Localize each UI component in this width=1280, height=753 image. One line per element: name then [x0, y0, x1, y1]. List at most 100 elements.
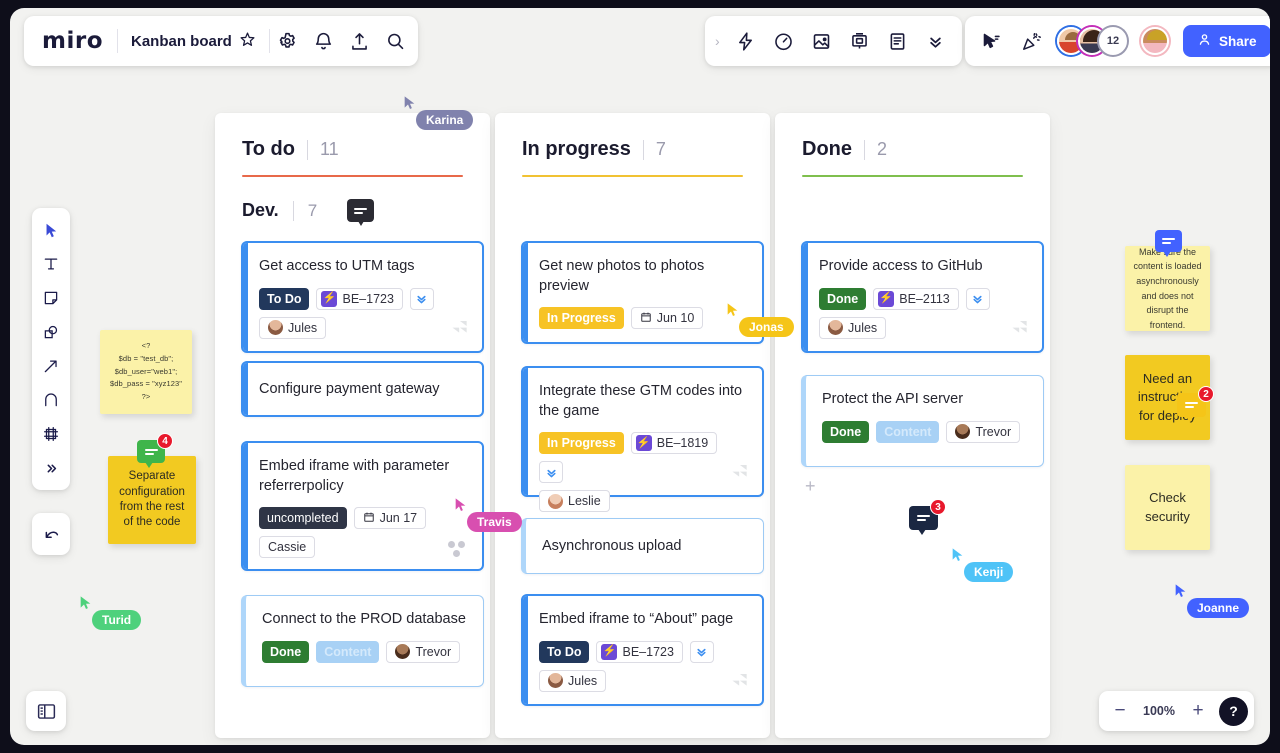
assignee-chip[interactable]: Trevor: [386, 640, 461, 663]
card-embed-iframe-referrerpolicy[interactable]: Embed iframe with parameter referrerpoli…: [241, 441, 484, 571]
gear-icon[interactable]: [270, 23, 306, 59]
current-user-avatar[interactable]: [1141, 27, 1169, 55]
collaborator-avatars[interactable]: 12: [1057, 27, 1127, 55]
status-badge[interactable]: Done: [262, 640, 310, 663]
zoom-controls: − 100% + ?: [1099, 691, 1254, 731]
card-get-new-photos[interactable]: Get new photos to photos preview In Prog…: [521, 241, 764, 344]
status-badge[interactable]: Done: [822, 420, 870, 443]
zoom-level-label[interactable]: 100%: [1137, 704, 1181, 718]
card-provide-access-github[interactable]: Provide access to GitHub Done ⚡ BE–2113 …: [801, 241, 1044, 353]
jira-ticket-chip[interactable]: ⚡ BE–2113: [873, 287, 959, 310]
comment-lines-icon: [1162, 236, 1175, 246]
assignee-chip[interactable]: Leslie: [539, 490, 610, 513]
topbar-left: miro Kanban board: [24, 16, 418, 66]
board-canvas[interactable]: miro Kanban board › 12 Share To do 11 De…: [10, 8, 1270, 745]
card-chips: In Progress ⚡ BE–1819: [539, 432, 746, 484]
frame-icon[interactable]: [804, 23, 840, 59]
text-tool[interactable]: [35, 248, 67, 280]
status-badge[interactable]: uncompleted: [259, 507, 347, 530]
jira-ticket-chip[interactable]: ⚡ BE–1819: [630, 432, 718, 455]
column-in-progress[interactable]: In progress 7 Get new photos to photos p…: [495, 113, 1214, 738]
chevrons-down-icon[interactable]: [965, 287, 990, 310]
more-chevrons-icon[interactable]: [918, 23, 954, 59]
status-badge[interactable]: To Do: [539, 640, 590, 663]
chevrons-down-icon[interactable]: [539, 461, 563, 484]
jira-ticket-chip[interactable]: ⚡ BE–1723: [596, 640, 683, 663]
column-done[interactable]: Done 2 Provide access to GitHub Done ⚡ B…: [775, 113, 1050, 738]
party-popper-icon[interactable]: [1013, 23, 1049, 59]
column-count: 11: [319, 139, 339, 159]
status-badge[interactable]: To Do: [259, 287, 310, 310]
sticky-note-tool[interactable]: [35, 282, 67, 314]
timer-icon[interactable]: [766, 23, 802, 59]
column-todo[interactable]: To do 11 Dev. 7 Get access to UTM tags T…: [215, 113, 490, 738]
column-rule: [802, 175, 1023, 177]
help-button[interactable]: ?: [1219, 696, 1248, 726]
dev-section-comment[interactable]: [347, 199, 375, 226]
toggle-panel-button[interactable]: [26, 691, 66, 731]
sticky-note-code[interactable]: <? $db = "test_db"; $db_user="web1"; $db…: [100, 330, 192, 414]
pen-tool[interactable]: [35, 384, 67, 416]
jira-ticket-chip[interactable]: ⚡ BE–1723: [316, 287, 403, 310]
star-icon[interactable]: [239, 31, 256, 52]
status-badge[interactable]: Done: [819, 287, 867, 310]
sticky-note-text: Make sure the content is loaded asynchro…: [1133, 246, 1202, 330]
assignee-chip[interactable]: Trevor: [946, 420, 1021, 443]
due-date-chip[interactable]: Jun 10: [630, 307, 704, 330]
status-badge[interactable]: In Progress: [539, 307, 624, 330]
upload-icon[interactable]: [342, 23, 378, 59]
card-asynchronous-upload[interactable]: Asynchronous upload: [521, 518, 764, 574]
card-connect-prod-database[interactable]: Connect to the PROD database Done Conten…: [241, 595, 484, 687]
zoom-in-button[interactable]: +: [1183, 696, 1213, 726]
comment-count-badge: 4: [157, 433, 173, 449]
card-integrate-gtm-codes[interactable]: Integrate these GTM codes into the game …: [521, 366, 764, 513]
sticky-note-async-content[interactable]: Make sure the content is loaded asynchro…: [1125, 246, 1210, 331]
card-embed-iframe-about[interactable]: Embed iframe to “About” page To Do ⚡ BE–…: [521, 594, 764, 706]
avatar: [955, 424, 971, 440]
due-date-chip[interactable]: Jun 17: [353, 507, 427, 530]
subgroup-count: 7: [307, 200, 318, 220]
assignee-chip[interactable]: Cassie: [259, 536, 316, 559]
chevrons-down-icon[interactable]: [689, 640, 714, 663]
select-tool[interactable]: [35, 214, 67, 246]
zoom-out-button[interactable]: −: [1105, 696, 1135, 726]
card-comment-bubble[interactable]: 2: [1177, 386, 1214, 422]
card-protect-api-server[interactable]: Protect the API server Done Content Trev…: [801, 375, 1044, 467]
label-badge[interactable]: Content: [876, 420, 940, 443]
presentation-icon[interactable]: [842, 23, 878, 59]
chevrons-down-icon[interactable]: [409, 287, 434, 310]
undo-tool[interactable]: [32, 513, 70, 555]
document-icon[interactable]: [880, 23, 916, 59]
assignee-chip[interactable]: Jules: [259, 316, 327, 339]
sticky-comment-bubble-separate-config[interactable]: 4: [137, 433, 173, 468]
more-tools[interactable]: [35, 452, 67, 484]
card-get-access-utm[interactable]: Get access to UTM tags To Do ⚡ BE–1723 J…: [241, 241, 484, 353]
card-configure-payment-gateway[interactable]: Configure payment gateway: [241, 361, 484, 417]
more-options-icon[interactable]: [448, 541, 468, 557]
sticky-comment-bubble-async[interactable]: [1155, 230, 1182, 257]
expand-chevron-icon[interactable]: ›: [713, 33, 726, 49]
jira-logo-icon: [1010, 316, 1030, 341]
sticky-note-separate-config[interactable]: Separate configuration from the rest of …: [108, 456, 196, 544]
search-icon[interactable]: [378, 23, 414, 59]
avatar-overflow-count[interactable]: 12: [1099, 27, 1127, 55]
bell-icon[interactable]: [306, 23, 342, 59]
card-accent: [243, 363, 248, 415]
connector-tool[interactable]: [35, 350, 67, 382]
add-card-button[interactable]: +: [805, 476, 816, 497]
comment-lines-icon: [917, 513, 930, 523]
cursor-share-icon[interactable]: [973, 23, 1009, 59]
label-badge[interactable]: Content: [316, 640, 380, 663]
frame-tool[interactable]: [35, 418, 67, 450]
miro-logo[interactable]: miro: [28, 29, 117, 53]
done-area-comment-bubble[interactable]: 3: [909, 499, 946, 535]
assignee-chip[interactable]: Jules: [539, 669, 607, 692]
share-button[interactable]: Share: [1183, 25, 1270, 57]
board-name[interactable]: Kanban board: [118, 31, 269, 52]
lightning-icon[interactable]: [728, 23, 764, 59]
sticky-note-check-security[interactable]: Check security: [1125, 465, 1210, 550]
avatar: [828, 320, 843, 336]
shapes-tool[interactable]: [35, 316, 67, 348]
status-badge[interactable]: In Progress: [539, 432, 624, 455]
assignee-chip[interactable]: Jules: [819, 316, 887, 339]
